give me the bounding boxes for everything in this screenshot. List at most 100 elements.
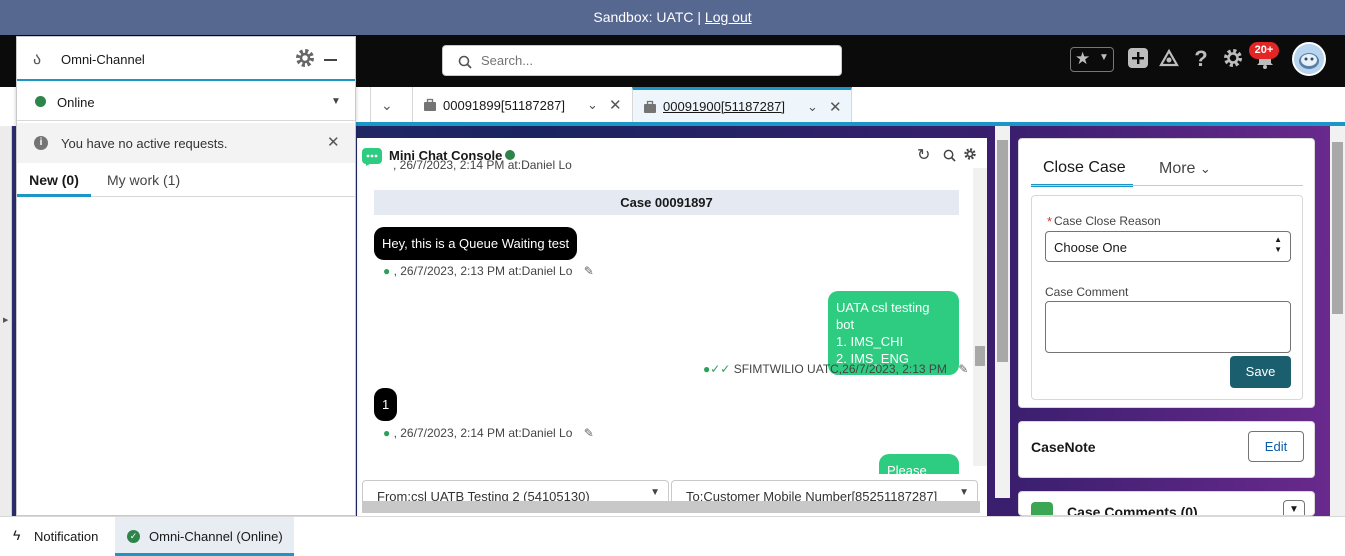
notice-text: You have no active requests.: [61, 136, 228, 151]
setup-gear-icon[interactable]: [1221, 47, 1245, 71]
case-briefcase-icon: [644, 100, 656, 113]
tab-bar-accent-line: [356, 122, 1345, 126]
note-icon[interactable]: ✎: [584, 426, 594, 440]
close-tab-icon[interactable]: ✕: [829, 98, 842, 116]
notification-count-badge: 20+: [1249, 42, 1279, 59]
utility-bar: ϟ Notification ✓ Omni-Channel (Online): [0, 516, 1345, 556]
status-label: Online: [57, 95, 95, 110]
chevron-down-icon: ▼: [959, 487, 969, 498]
expand-arrow-icon: ▶: [3, 317, 9, 324]
left-collapse-track[interactable]: ▶: [0, 126, 12, 516]
chevron-down-icon: ▼: [650, 487, 660, 498]
chevron-down-icon: ▼: [1099, 52, 1109, 63]
tab-menu-chevron-icon[interactable]: ⌄: [587, 97, 598, 113]
tab-more[interactable]: More ⌄: [1159, 160, 1211, 178]
close-case-card: Close Case More ⌄ * Case Close Reason Ch…: [1018, 138, 1315, 408]
outgoing-message: Please wait: [879, 454, 959, 474]
presence-status-select[interactable]: Online ▼: [17, 81, 355, 121]
edit-button[interactable]: Edit: [1248, 431, 1304, 462]
tab-case-00091900[interactable]: 00091900[51187287] ⌄ ✕: [632, 87, 852, 123]
help-icon[interactable]: ?: [1189, 47, 1213, 71]
tab-case-00091899[interactable]: 00091899[51187287] ⌄ ✕: [412, 87, 632, 123]
case-header-row: Case 00091897: [374, 190, 959, 215]
casenote-card: CaseNote Edit: [1018, 421, 1315, 478]
incoming-message: Hey, this is a Queue Waiting test: [374, 227, 578, 260]
mini-chat-console: Mini Chat Console ↻ , 26/7/2023, 2:14 PM…: [357, 138, 987, 516]
chevron-down-icon: ▼: [1289, 504, 1299, 515]
tab-label: 00091900[51187287]: [663, 99, 785, 114]
star-icon: ★: [1075, 49, 1091, 68]
online-status-dot: [35, 96, 46, 107]
tab-overflow-button[interactable]: ⌄: [370, 87, 412, 123]
main-scrollbar[interactable]: [995, 126, 1010, 498]
chevron-down-icon: ⌄: [1199, 161, 1211, 176]
omni-title: Omni-Channel: [61, 52, 145, 67]
tab-new[interactable]: New (0): [17, 165, 91, 197]
logout-link[interactable]: Log out: [705, 9, 752, 25]
omni-header: ა Omni-Channel: [17, 37, 355, 81]
scrollbar-thumb[interactable]: [997, 140, 1008, 362]
case-briefcase-icon: [424, 98, 436, 111]
scrollbar-thumb[interactable]: [1332, 142, 1343, 314]
close-case-form: * Case Close Reason Choose One ▲ ▼ Case C…: [1031, 195, 1303, 400]
search-placeholder: Search...: [481, 53, 534, 68]
comments-menu-button[interactable]: ▼: [1283, 500, 1305, 515]
message-meta: , 26/7/2023, 2:14 PM at:Daniel Lo: [393, 160, 572, 172]
select-arrows-icon: ▲ ▼: [1274, 235, 1282, 254]
minimize-icon[interactable]: [324, 59, 337, 61]
case-comment-textarea[interactable]: [1045, 301, 1291, 353]
message-meta: ●✓✓ SFIMTWILIO UATC,26/7/2023, 2:13 PM ✎: [703, 362, 969, 376]
chat-horizontal-scrollbar[interactable]: [362, 501, 980, 513]
incoming-message: 1: [374, 388, 398, 421]
online-check-icon: ✓: [127, 530, 140, 543]
global-actions-icon[interactable]: [1126, 47, 1150, 71]
chat-scrollbar[interactable]: [973, 168, 987, 466]
omni-logo-icon: ა: [33, 51, 42, 68]
tab-close-case[interactable]: Close Case: [1031, 159, 1133, 187]
omni-tabs: New (0) My work (1): [17, 165, 355, 197]
utility-notification[interactable]: ϟ Notification: [0, 517, 114, 556]
bolt-icon: ϟ: [13, 527, 21, 543]
chat-messages[interactable]: , 26/7/2023, 2:14 PM at:Daniel Lo Case 0…: [357, 160, 972, 474]
reason-label: Case Close Reason: [1054, 214, 1161, 228]
close-reason-select[interactable]: Choose One ▲ ▼: [1045, 231, 1291, 262]
tab-my-work[interactable]: My work (1): [107, 165, 180, 197]
casenote-title: CaseNote: [1031, 439, 1096, 455]
scrollbar-thumb[interactable]: [975, 346, 985, 366]
message-meta: ● , 26/7/2023, 2:13 PM at:Daniel Lo ✎: [383, 264, 594, 278]
chevron-down-icon: ▼: [331, 96, 341, 107]
close-icon[interactable]: ✕: [327, 133, 340, 151]
comments-icon: [1031, 502, 1053, 515]
case-comments-card: Case Comments (0) ▼: [1018, 491, 1315, 516]
comments-title: Case Comments (0): [1067, 504, 1198, 516]
note-icon[interactable]: ✎: [958, 362, 968, 376]
favorites-button[interactable]: ★ ▼: [1070, 47, 1114, 72]
search-input[interactable]: Search...: [442, 45, 842, 76]
note-icon[interactable]: ✎: [584, 264, 594, 278]
chat-online-dot: [505, 150, 515, 160]
sandbox-label: Sandbox: UATC |: [593, 9, 702, 25]
delivered-check-icon: ✓✓: [710, 362, 731, 376]
comment-label: Case Comment: [1045, 285, 1129, 299]
close-tab-icon[interactable]: ✕: [609, 96, 622, 114]
settings-gear-icon[interactable]: [294, 47, 316, 69]
tab-label: 00091899[51187287]: [443, 97, 565, 113]
save-button[interactable]: Save: [1230, 356, 1291, 388]
settings-gear-icon[interactable]: [963, 147, 977, 161]
no-requests-notice: i You have no active requests. ✕: [17, 123, 355, 163]
whatsapp-icon: ●: [383, 264, 391, 278]
chevron-down-icon: ⌄: [381, 96, 393, 113]
tab-menu-chevron-icon[interactable]: ⌄: [807, 99, 818, 115]
omni-channel-panel: ა Omni-Channel Online ▼ i You have no ac…: [16, 36, 356, 516]
message-meta: ● , 26/7/2023, 2:14 PM at:Daniel Lo ✎: [383, 426, 594, 440]
required-asterisk: *: [1047, 214, 1053, 229]
utility-omni-channel[interactable]: ✓ Omni-Channel (Online): [115, 517, 294, 556]
trailhead-icon[interactable]: [1157, 47, 1181, 71]
whatsapp-icon: ●: [383, 426, 391, 440]
tab-underline: [1031, 185, 1303, 186]
avatar[interactable]: [1292, 42, 1326, 76]
sandbox-banner: Sandbox: UATC | Log out: [0, 0, 1345, 35]
search-icon: [458, 55, 472, 69]
right-scrollbar[interactable]: [1330, 126, 1345, 516]
info-icon: i: [34, 136, 48, 150]
